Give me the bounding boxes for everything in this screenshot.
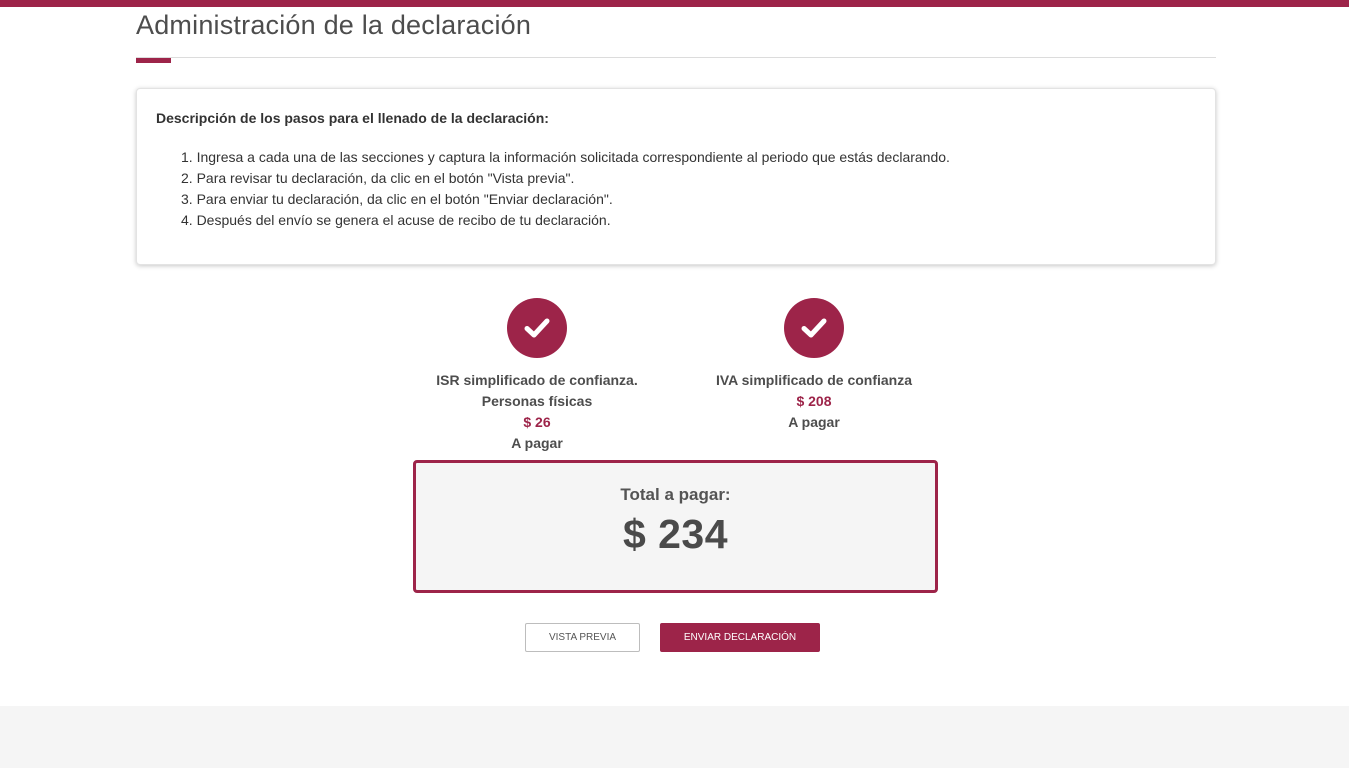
check-icon — [784, 298, 844, 358]
step-item: 4. Después del envío se genera el acuse … — [181, 212, 611, 228]
tax-isr-amount: $ 26 — [523, 414, 551, 430]
tax-isr-status: A pagar — [511, 435, 563, 451]
title-divider — [136, 57, 1216, 58]
tax-isr-subname: Personas físicas — [481, 393, 593, 409]
tax-iva-status: A pagar — [788, 414, 840, 430]
steps-card: Descripción de los pasos para el llenado… — [136, 88, 1216, 265]
check-icon — [507, 298, 567, 358]
total-box: Total a pagar: $ 234 — [413, 460, 938, 593]
check-icon-glyph — [801, 318, 827, 338]
footer — [0, 706, 1349, 768]
step-item: 1. Ingresa a cada una de las secciones y… — [181, 149, 950, 165]
send-declaration-button[interactable]: ENVIAR DECLARACIÓN — [660, 623, 820, 652]
tax-iva-amount: $ 208 — [796, 393, 832, 409]
steps-list: 1. Ingresa a cada una de las secciones y… — [181, 147, 950, 231]
tax-section-iva[interactable]: IVA simplificado de confianza $ 208 A pa… — [684, 298, 944, 433]
step-item: 3. Para enviar tu declaración, da clic e… — [181, 191, 613, 207]
tax-iva-info: IVA simplificado de confianza $ 208 A pa… — [684, 370, 944, 433]
check-icon-glyph — [524, 318, 550, 338]
top-accent-bar — [0, 0, 1349, 7]
total-label: Total a pagar: — [620, 485, 731, 504]
steps-heading: Descripción de los pasos para el llenado… — [156, 110, 549, 126]
tax-section-isr[interactable]: ISR simplificado de confianza. Personas … — [407, 298, 667, 454]
title-accent-underline — [136, 58, 171, 63]
tax-isr-info: ISR simplificado de confianza. Personas … — [407, 370, 667, 454]
step-item: 2. Para revisar tu declaración, da clic … — [181, 170, 575, 186]
total-amount: $ 234 — [622, 511, 729, 557]
tax-iva-name: IVA simplificado de confianza — [715, 372, 913, 388]
page-title: Administración de la declaración — [136, 10, 532, 40]
tax-isr-name: ISR simplificado de confianza. — [436, 372, 638, 388]
preview-button[interactable]: VISTA PREVIA — [525, 623, 640, 652]
